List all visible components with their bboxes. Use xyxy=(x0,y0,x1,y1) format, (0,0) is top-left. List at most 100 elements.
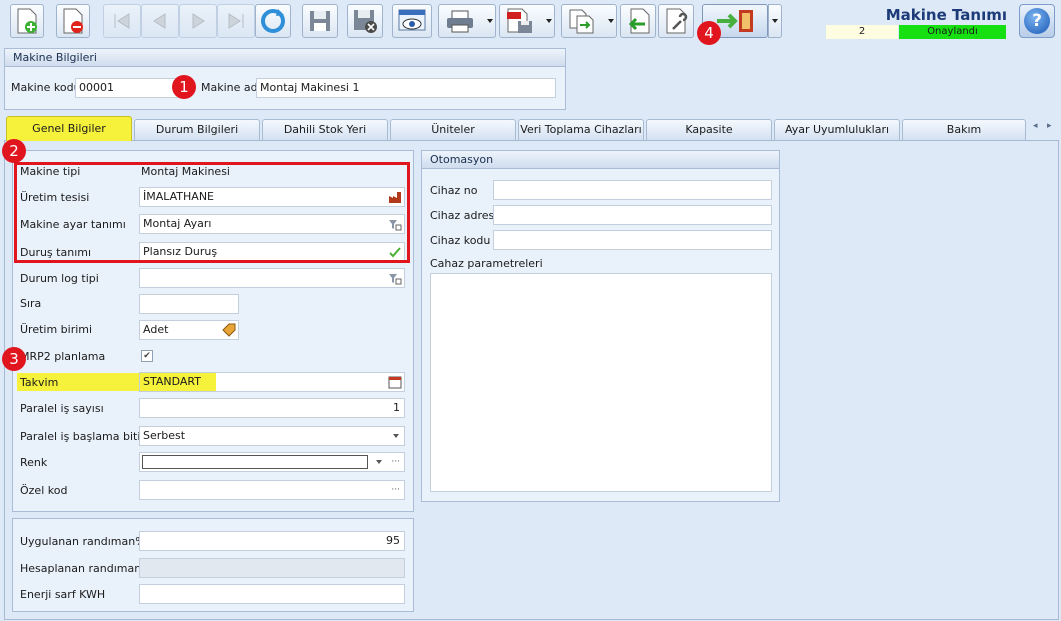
page-title: Makine Tanımı xyxy=(885,6,1007,24)
save-close-button[interactable] xyxy=(347,4,383,38)
parallel-start-end-value: Serbest xyxy=(143,429,186,442)
pdf-export-icon xyxy=(507,8,532,33)
tab-bakim[interactable]: Bakım xyxy=(902,119,1026,140)
delete-document-icon xyxy=(63,8,83,34)
save-close-icon xyxy=(354,10,377,33)
tab-scroll-left-icon[interactable]: ◂ xyxy=(1033,121,1038,131)
first-record-icon xyxy=(114,13,130,29)
parallel-start-end-select[interactable]: Serbest xyxy=(139,426,405,446)
tab-scroll-right-icon[interactable]: ▸ xyxy=(1047,121,1052,131)
mrp2-planning-checkbox[interactable]: ✔ xyxy=(141,350,153,362)
refresh-button[interactable] xyxy=(255,4,291,38)
device-address-label: Cihaz adresi xyxy=(430,209,498,222)
exit-dropdown-button[interactable] xyxy=(768,4,782,38)
refresh-icon xyxy=(261,9,285,33)
status-badge: Onaylandı xyxy=(899,25,1006,39)
help-icon: ? xyxy=(1024,8,1050,34)
machine-info-header: Makine Bilgileri xyxy=(5,49,565,67)
mrp2-planning-label: MRP2 planlama xyxy=(20,350,106,363)
tab-genel-bilgiler[interactable]: Genel Bilgiler xyxy=(6,116,132,141)
settings-button[interactable] xyxy=(658,4,694,38)
print-button[interactable] xyxy=(438,4,496,38)
parallel-start-end-label: Paralel iş başlama bitiş xyxy=(20,430,147,443)
device-no-label: Cihaz no xyxy=(430,184,478,197)
energy-consumption-label: Enerji sarf KWH xyxy=(20,588,106,601)
machine-name-field[interactable]: Montaj Makinesi 1 xyxy=(256,78,556,98)
chevron-down-icon xyxy=(393,434,399,438)
color-swatch xyxy=(142,455,368,469)
help-button[interactable]: ? xyxy=(1019,4,1055,38)
annotation-marker-1: 1 xyxy=(172,75,196,99)
back-button[interactable] xyxy=(620,4,656,38)
last-record-button[interactable] xyxy=(217,4,255,38)
save-button[interactable] xyxy=(302,4,338,38)
status-log-type-field[interactable] xyxy=(139,268,405,288)
ellipsis-icon[interactable]: ··· xyxy=(391,481,400,499)
order-field[interactable] xyxy=(139,294,239,314)
previous-record-button[interactable] xyxy=(141,4,179,38)
machine-code-label: Makine kodu xyxy=(11,81,81,94)
production-unit-field[interactable]: Adet xyxy=(139,320,239,340)
preview-icon xyxy=(398,9,426,31)
machine-code-field[interactable]: 00001 xyxy=(75,78,179,98)
calculated-efficiency-label: Hesaplanan randıman% xyxy=(20,562,152,575)
next-record-icon xyxy=(192,13,205,29)
status-log-type-label: Durum log tipi xyxy=(20,272,99,285)
color-label: Renk xyxy=(20,456,48,469)
annotation-marker-3: 3 xyxy=(2,347,26,371)
new-button[interactable] xyxy=(10,4,44,38)
new-document-icon xyxy=(17,8,37,34)
first-record-button[interactable] xyxy=(103,4,141,38)
device-params-textarea[interactable] xyxy=(430,273,772,492)
color-field[interactable]: ··· xyxy=(139,452,405,472)
special-code-field[interactable]: ··· xyxy=(139,480,405,500)
tab-ayar-uyumluluklari[interactable]: Ayar Uyumlulukları xyxy=(774,119,900,140)
annotation-marker-2: 2 xyxy=(2,139,26,163)
save-icon xyxy=(310,11,330,31)
copy-icon xyxy=(569,9,594,34)
highlight-box xyxy=(14,162,410,263)
next-record-button[interactable] xyxy=(179,4,217,38)
applied-efficiency-label: Uygulanan randıman% xyxy=(20,535,146,548)
back-icon xyxy=(628,8,650,34)
device-code-label: Cihaz kodu xyxy=(430,234,491,247)
tab-durum-bilgileri[interactable]: Durum Bilgileri xyxy=(134,119,260,140)
tab-veri-toplama-cihazlari[interactable]: Veri Toplama Cihazları xyxy=(518,119,644,140)
tag-icon[interactable] xyxy=(222,323,236,337)
previous-record-icon xyxy=(153,13,166,29)
ellipsis-icon[interactable]: ··· xyxy=(391,453,400,471)
parallel-jobs-label: Paralel iş sayısı xyxy=(20,402,104,415)
tab-uniteler[interactable]: Üniteler xyxy=(390,119,516,140)
order-label: Sıra xyxy=(20,297,42,310)
device-address-field[interactable] xyxy=(493,205,772,225)
copy-button[interactable] xyxy=(561,4,617,38)
print-icon xyxy=(447,10,473,33)
settings-icon xyxy=(666,8,688,34)
calendar-field[interactable]: STANDART xyxy=(139,372,405,392)
calendar-icon[interactable] xyxy=(388,375,402,389)
production-unit-label: Üretim birimi xyxy=(20,323,93,336)
tab-kapasite[interactable]: Kapasite xyxy=(646,119,772,140)
chevron-down-icon xyxy=(772,19,778,23)
special-code-label: Özel kod xyxy=(20,484,68,497)
device-no-field[interactable] xyxy=(493,180,772,200)
last-record-icon xyxy=(228,13,244,29)
calculated-efficiency-field xyxy=(139,558,405,578)
delete-button[interactable] xyxy=(56,4,90,38)
energy-consumption-field[interactable] xyxy=(139,584,405,604)
lookup-icon[interactable] xyxy=(388,271,402,285)
annotation-marker-4: 4 xyxy=(697,21,721,45)
preview-button[interactable] xyxy=(392,4,432,38)
tab-dahili-stok-yeri[interactable]: Dahili Stok Yeri xyxy=(262,119,388,140)
record-number: 2 xyxy=(826,25,898,39)
parallel-jobs-field[interactable]: 1 xyxy=(139,398,405,418)
chevron-down-icon[interactable] xyxy=(376,460,382,464)
automation-header: Otomasyon xyxy=(422,151,779,169)
machine-name-label: Makine adı xyxy=(201,81,261,94)
device-code-field[interactable] xyxy=(493,230,772,250)
calendar-value: STANDART xyxy=(143,375,201,388)
production-unit-value: Adet xyxy=(143,323,169,336)
pdf-export-button[interactable] xyxy=(499,4,555,38)
applied-efficiency-field[interactable]: 95 xyxy=(139,531,405,551)
calendar-label: Takvim xyxy=(20,376,59,389)
